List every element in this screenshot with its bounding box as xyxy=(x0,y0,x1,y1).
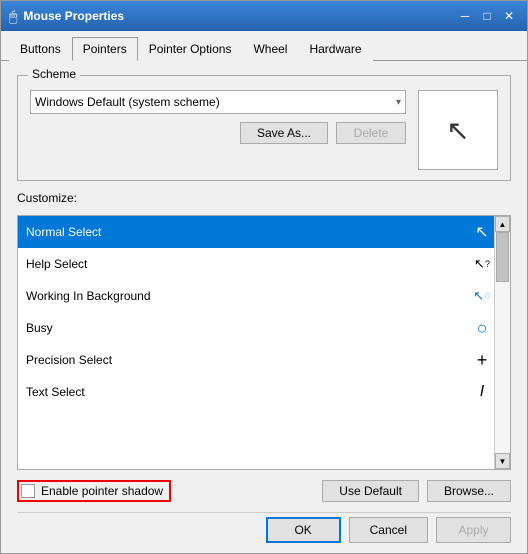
customize-label: Customize: xyxy=(17,191,511,205)
tabs-bar: Buttons Pointers Pointer Options Wheel H… xyxy=(1,31,527,61)
title-controls: ─ □ ✕ xyxy=(455,6,519,26)
list-item[interactable]: Normal Select ↖ xyxy=(18,216,510,248)
enable-shadow-group: Enable pointer shadow xyxy=(17,480,171,502)
use-default-button[interactable]: Use Default xyxy=(322,480,419,502)
dialog-buttons: OK Cancel Apply xyxy=(17,512,511,543)
ok-button[interactable]: OK xyxy=(266,517,341,543)
list-item-label: Normal Select xyxy=(26,225,462,239)
title-bar-left: 🖱 Mouse Properties xyxy=(9,8,124,25)
list-item[interactable]: Text Select I xyxy=(18,376,510,408)
apply-button[interactable]: Apply xyxy=(436,517,511,543)
list-scrollbar: ▲ ▼ xyxy=(494,216,510,469)
enable-shadow-checkbox[interactable] xyxy=(21,484,35,498)
title-bar: 🖱 Mouse Properties ─ □ ✕ xyxy=(1,1,527,31)
list-item[interactable]: Working In Background ↖◌ xyxy=(18,280,510,312)
scheme-label: Scheme xyxy=(28,67,80,81)
mouse-properties-dialog: 🖱 Mouse Properties ─ □ ✕ Buttons Pointer… xyxy=(0,0,528,554)
maximize-button[interactable]: □ xyxy=(477,6,497,26)
list-item-label: Precision Select xyxy=(26,353,462,367)
cursor-preview-box: ↖ xyxy=(418,90,498,170)
list-item[interactable]: Busy ○ xyxy=(18,312,510,344)
minimize-button[interactable]: ─ xyxy=(455,6,475,26)
cursor-list: Normal Select ↖ Help Select ↖? Working I… xyxy=(17,215,511,470)
window-title: Mouse Properties xyxy=(23,9,124,23)
tab-pointers[interactable]: Pointers xyxy=(72,37,138,61)
delete-button[interactable]: Delete xyxy=(336,122,406,144)
scheme-buttons: Save As... Delete xyxy=(30,122,406,144)
scroll-down-button[interactable]: ▼ xyxy=(495,453,510,469)
scrollbar-thumb[interactable] xyxy=(496,232,509,282)
list-item-label: Help Select xyxy=(26,257,462,271)
list-item-label: Busy xyxy=(26,321,462,335)
tab-hardware[interactable]: Hardware xyxy=(298,37,372,61)
list-item-label: Text Select xyxy=(26,385,462,399)
browse-button[interactable]: Browse... xyxy=(427,480,511,502)
scheme-dropdown[interactable]: Windows Default (system scheme) ▾ xyxy=(30,90,406,114)
tab-content: Scheme Windows Default (system scheme) ▾… xyxy=(1,61,527,553)
window-icon: 🖱 xyxy=(9,8,17,25)
tab-pointer-options[interactable]: Pointer Options xyxy=(138,37,243,61)
scheme-value: Windows Default (system scheme) xyxy=(35,95,220,109)
scheme-left: Windows Default (system scheme) ▾ Save A… xyxy=(30,90,406,144)
cancel-button[interactable]: Cancel xyxy=(349,517,428,543)
chevron-down-icon: ▾ xyxy=(396,97,401,108)
save-as-button[interactable]: Save As... xyxy=(240,122,328,144)
enable-shadow-label: Enable pointer shadow xyxy=(41,484,163,498)
scheme-group: Scheme Windows Default (system scheme) ▾… xyxy=(17,75,511,181)
tab-buttons[interactable]: Buttons xyxy=(9,37,72,61)
list-item[interactable]: Help Select ↖? xyxy=(18,248,510,280)
cursor-preview-icon: ↖ xyxy=(446,114,469,147)
tab-wheel[interactable]: Wheel xyxy=(242,37,298,61)
bottom-row: Enable pointer shadow Use Default Browse… xyxy=(17,480,511,502)
list-item[interactable]: Precision Select + xyxy=(18,344,510,376)
scroll-up-button[interactable]: ▲ xyxy=(495,216,510,232)
close-button[interactable]: ✕ xyxy=(499,6,519,26)
cursor-list-inner: Normal Select ↖ Help Select ↖? Working I… xyxy=(18,216,510,469)
scrollbar-track xyxy=(495,232,510,453)
list-item-label: Working In Background xyxy=(26,289,462,303)
